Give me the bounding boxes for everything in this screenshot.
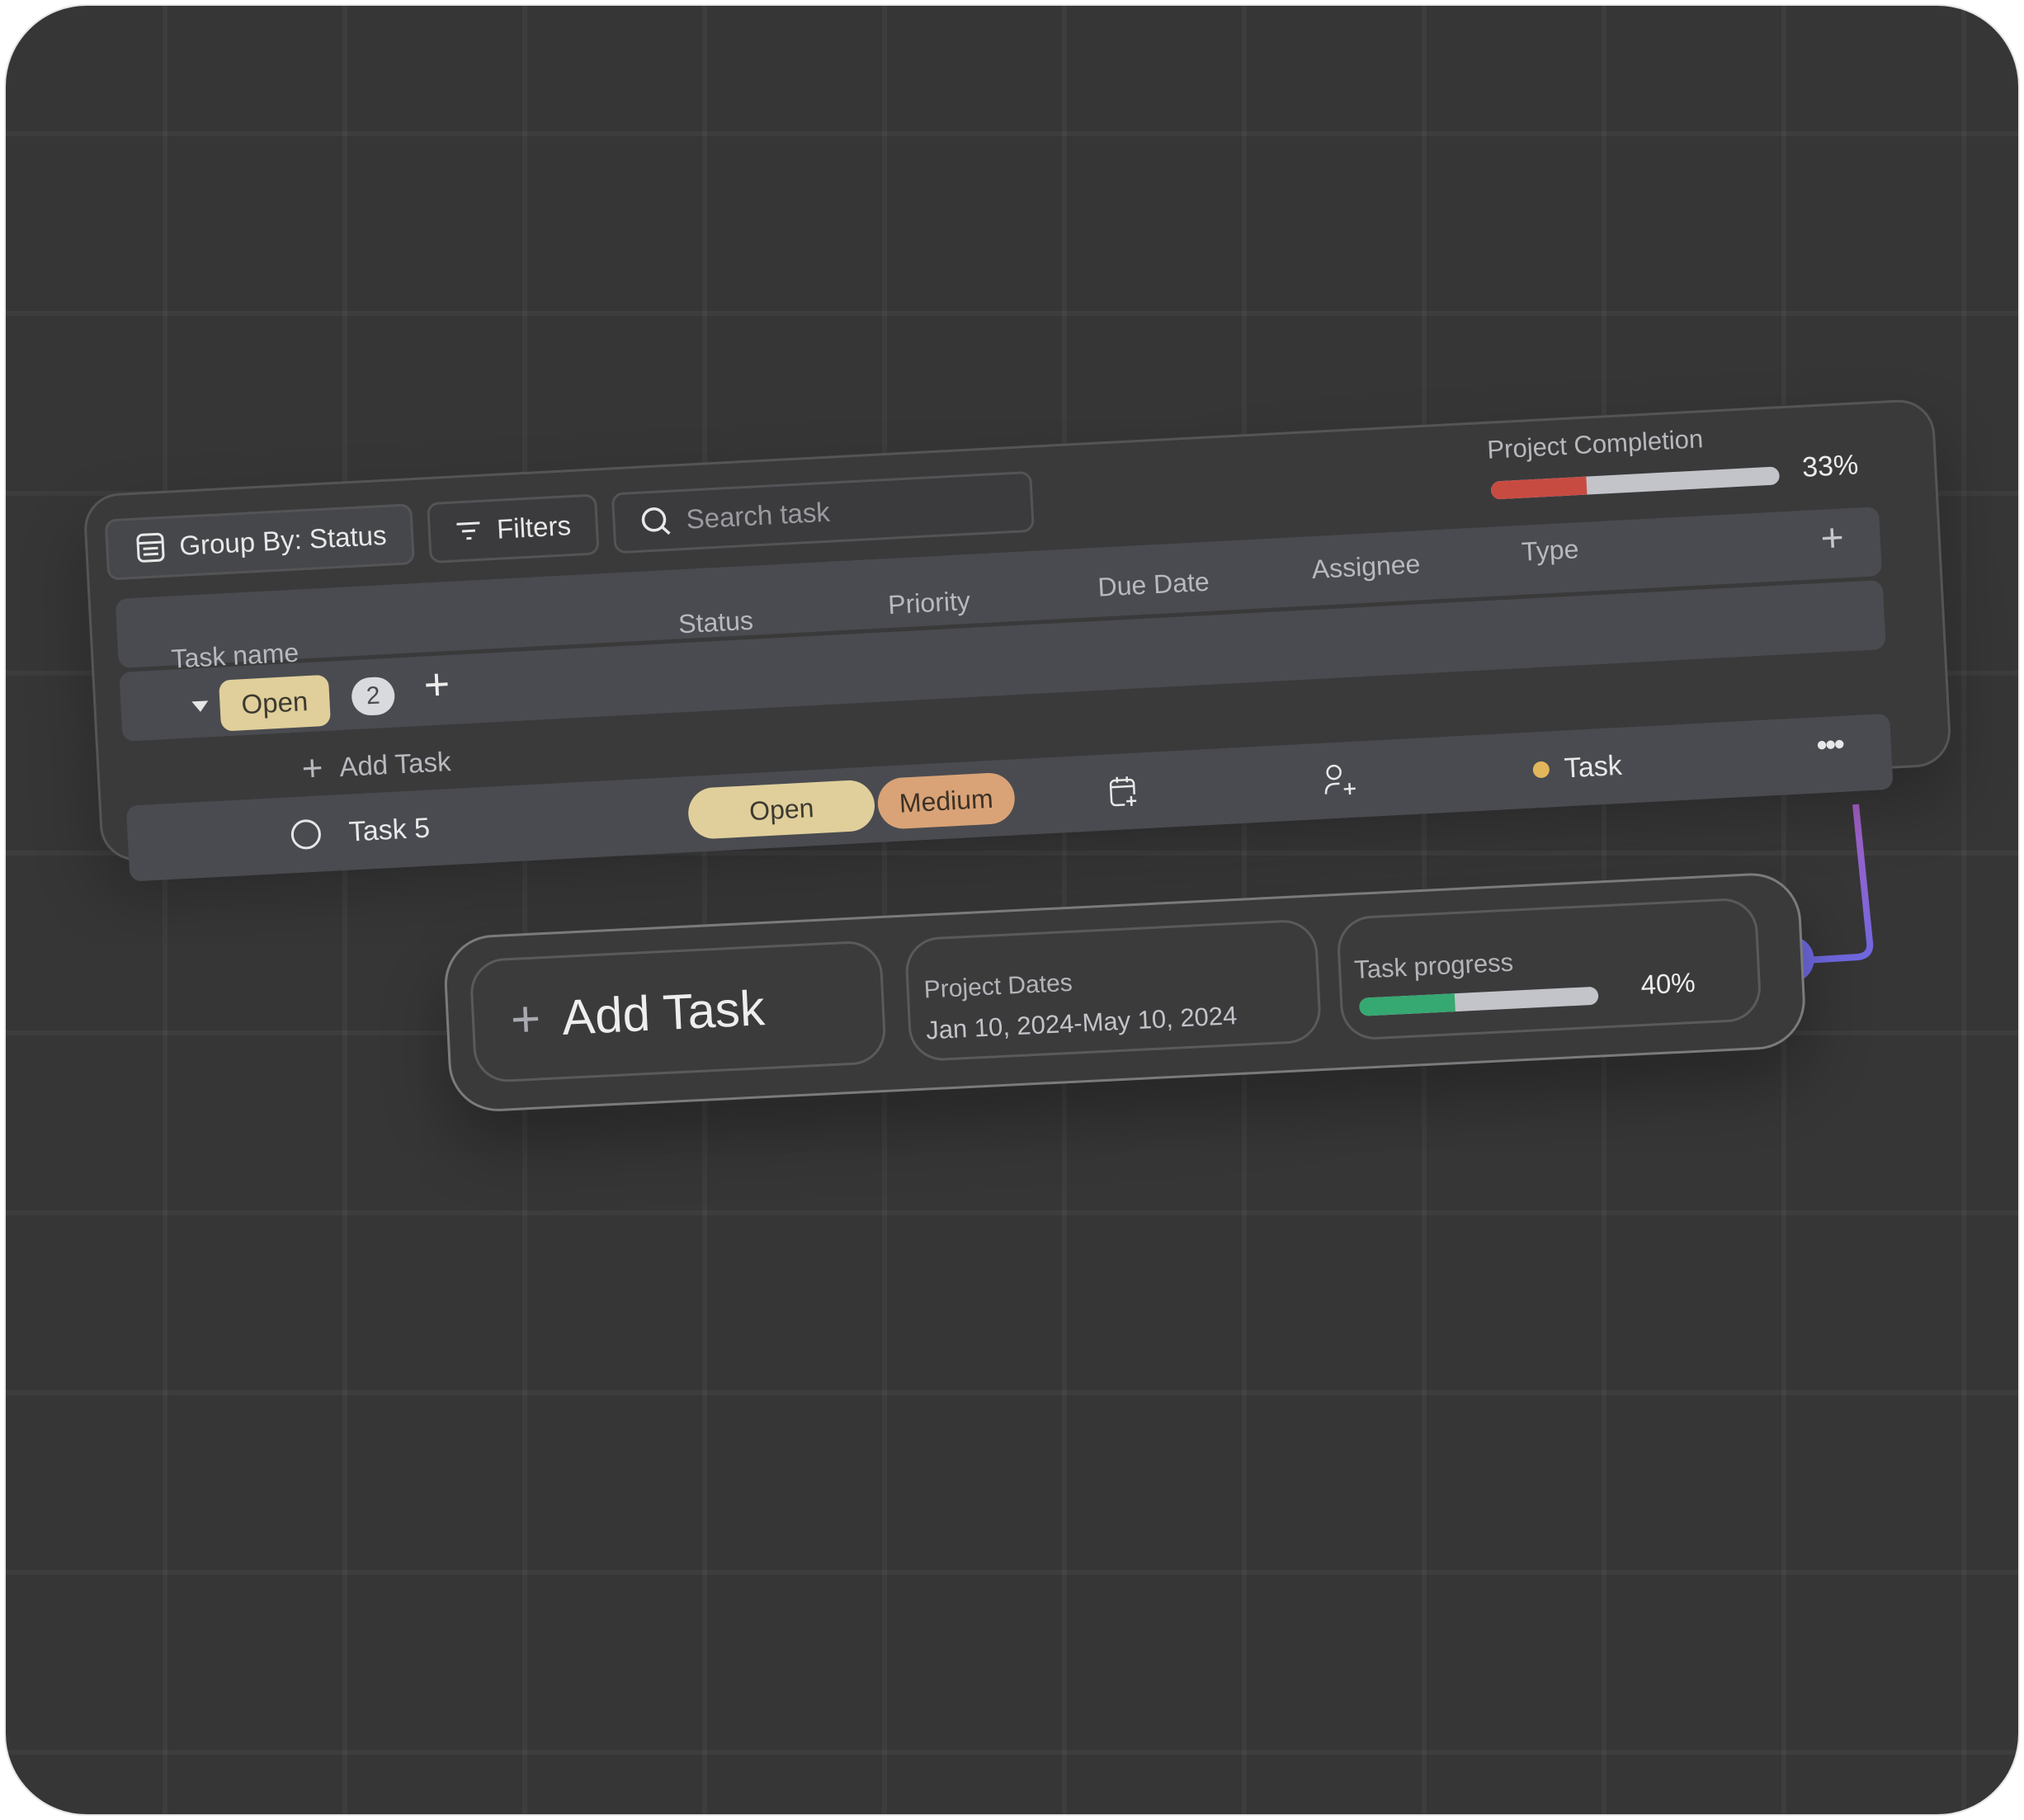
task-name-cell: Task 5 <box>290 790 432 874</box>
task-progress-bar <box>1358 986 1599 1016</box>
more-cell: ••• <box>1814 706 1845 784</box>
task-progress-box: Task progress 40% <box>1336 897 1762 1041</box>
group-by-button[interactable]: Group By: Status <box>104 503 416 581</box>
user-add-icon[interactable] <box>1322 763 1360 798</box>
column-due-date[interactable]: Due Date <box>1097 567 1210 603</box>
group-by-label: Group By: Status <box>178 519 388 561</box>
add-task-label: Add Task <box>560 979 767 1045</box>
status-cell: Open <box>686 766 877 852</box>
column-assignee[interactable]: Assignee <box>1311 549 1421 585</box>
column-type[interactable]: Type <box>1521 534 1579 568</box>
assignee-cell <box>1321 742 1361 819</box>
search-placeholder: Search task <box>685 496 831 535</box>
task-complete-checkbox[interactable] <box>290 818 322 851</box>
more-options-icon[interactable]: ••• <box>1816 727 1844 763</box>
type-cell: Task <box>1531 728 1624 809</box>
task-progress-fill <box>1358 993 1455 1016</box>
project-completion-percent: 33% <box>1801 449 1860 483</box>
column-priority[interactable]: Priority <box>887 586 970 620</box>
filters-label: Filters <box>496 510 572 545</box>
project-dates-box[interactable]: Project Dates Jan 10, 2024-May 10, 2024 <box>903 918 1323 1063</box>
project-completion-label: Project Completion <box>1486 424 1704 464</box>
project-dates-value: Jan 10, 2024-May 10, 2024 <box>925 1001 1238 1045</box>
filter-icon <box>456 521 480 540</box>
task-name[interactable]: Task 5 <box>348 812 431 848</box>
column-status[interactable]: Status <box>677 606 754 640</box>
calendar-add-icon[interactable] <box>1108 775 1139 809</box>
search-icon <box>641 507 671 535</box>
priority-pill[interactable]: Medium <box>876 771 1017 831</box>
list-box-icon <box>136 532 165 563</box>
status-pill[interactable]: Open <box>686 779 876 841</box>
project-completion-fill <box>1490 476 1587 500</box>
search-input[interactable]: Search task <box>611 470 1036 554</box>
group-count-badge: 2 <box>351 676 396 717</box>
project-dates-label: Project Dates <box>923 969 1073 1004</box>
add-task-inline-label: Add Task <box>338 746 452 783</box>
project-completion-bar <box>1490 466 1781 500</box>
group-status-chip: Open <box>218 674 331 732</box>
plus-icon: + <box>300 747 324 790</box>
task-progress-percent: 40% <box>1639 966 1696 1001</box>
add-task-inline-button[interactable]: + Add Task <box>300 741 451 790</box>
priority-cell: Medium <box>876 759 1017 842</box>
group-add-button[interactable]: + <box>422 658 451 711</box>
plus-icon: + <box>509 989 542 1049</box>
type-dot-icon <box>1532 761 1550 779</box>
filters-button[interactable]: Filters <box>427 493 600 564</box>
add-task-button[interactable]: + Add Task <box>469 940 888 1084</box>
task-progress-label: Task progress <box>1353 947 1514 985</box>
caret-down-icon[interactable] <box>191 700 209 713</box>
add-column-button[interactable]: + <box>1819 515 1845 561</box>
type-label[interactable]: Task <box>1564 749 1623 785</box>
due-date-cell <box>1106 753 1140 831</box>
